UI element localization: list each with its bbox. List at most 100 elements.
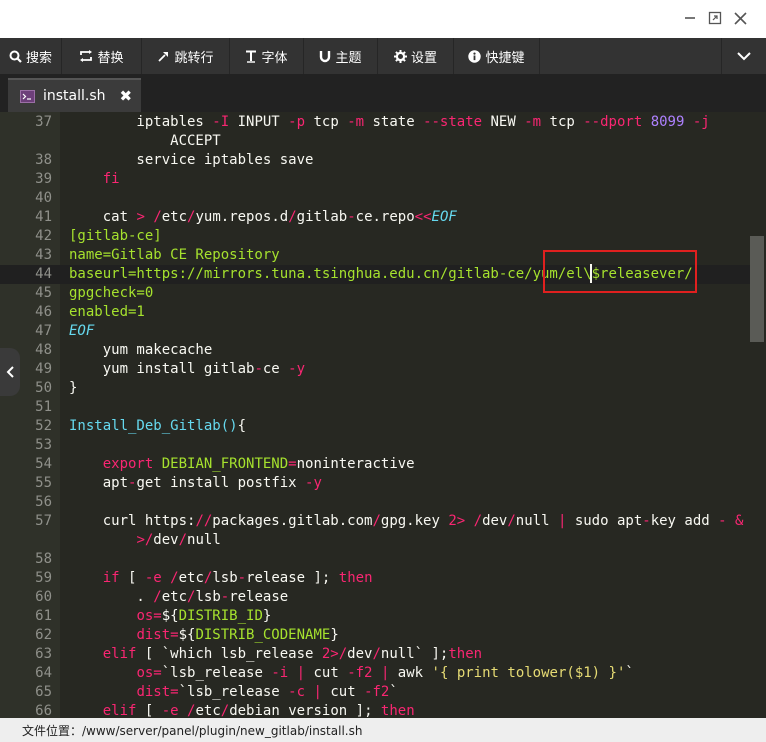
- code-token: then: [448, 646, 483, 662]
- code-token: -f2: [347, 665, 373, 681]
- replace-button[interactable]: 替换: [62, 38, 142, 74]
- code-token: `lsb_release: [178, 684, 289, 700]
- code-token: cat: [69, 209, 137, 225]
- code-token: -m: [347, 114, 365, 130]
- code-token: release ];: [246, 570, 339, 586]
- code-token: dist=: [136, 684, 179, 700]
- theme-button[interactable]: 主题: [304, 38, 378, 74]
- code-token: `lsb_release: [161, 665, 272, 681]
- vertical-scrollbar[interactable]: [750, 236, 764, 342]
- code-token: null: [187, 532, 221, 548]
- code-token: -i: [271, 665, 289, 681]
- code-token: 2>/: [321, 646, 348, 662]
- line-number: 55: [35, 475, 52, 491]
- line-number: 43: [35, 247, 52, 263]
- code-line: 56: [0, 493, 750, 512]
- toolbar-collapse-button[interactable]: [721, 38, 766, 74]
- code-line: 39 fi: [0, 170, 750, 189]
- code-token: lsb: [195, 589, 221, 605]
- line-code: apt-get install postfix -y: [69, 474, 322, 493]
- code-token: -: [347, 209, 356, 225]
- line-number: 58: [35, 551, 52, 567]
- line-number: 46: [35, 304, 52, 320]
- code-line: 60 . /etc/lsb-release: [0, 588, 750, 607]
- highlight-box: [543, 250, 697, 293]
- code-token: EOF: [431, 209, 457, 225]
- code-line: 61 os=${DISTRIB_ID}: [0, 607, 750, 626]
- tab-close-icon[interactable]: ✖: [120, 87, 133, 105]
- code-token: DEBIAN_FRONTEND: [161, 456, 289, 472]
- code-token: -: [254, 361, 263, 377]
- code-token: &: [735, 513, 744, 529]
- line-code: os=${DISTRIB_ID}: [69, 607, 271, 626]
- jump-line-label: 跳转行: [174, 50, 214, 66]
- line-number: 53: [35, 437, 52, 453]
- search-icon: [9, 50, 22, 63]
- code-token: key add: [650, 513, 719, 529]
- line-code: os=`lsb_release -i | cut -f2 | awk '{ pr…: [69, 664, 633, 683]
- code-token: ce.repo: [355, 209, 415, 225]
- line-code: }: [69, 379, 77, 398]
- chevron-left-icon: [6, 366, 14, 378]
- line-number: 57: [35, 513, 52, 529]
- font-button[interactable]: 字体: [230, 38, 304, 74]
- info-icon: [468, 49, 482, 63]
- code-token: ce: [262, 361, 289, 377]
- code-token: etc: [161, 589, 188, 605]
- line-number: 59: [35, 570, 52, 586]
- line-code: gpgcheck=0: [69, 284, 153, 303]
- code-line: 51: [0, 398, 750, 417]
- code-token: yum.repos.d: [195, 209, 289, 225]
- code-editor[interactable]: 37 iptables -I INPUT -p tcp -m state --s…: [0, 112, 766, 718]
- tab-install-sh[interactable]: install.sh ✖: [8, 78, 141, 112]
- sidebar-toggle-button[interactable]: [0, 348, 20, 396]
- settings-button[interactable]: 设置: [378, 38, 454, 74]
- close-icon[interactable]: [730, 8, 750, 28]
- code-token: /: [473, 513, 483, 529]
- minimize-icon[interactable]: [680, 8, 700, 28]
- maximize-icon[interactable]: [705, 8, 725, 28]
- jump-line-button[interactable]: 跳转行: [142, 38, 230, 74]
- code-line: 58: [0, 550, 750, 569]
- line-number: 54: [35, 456, 52, 472]
- code-token: noninteractive: [296, 456, 415, 472]
- code-token: -: [718, 513, 727, 529]
- code-token: -: [237, 570, 247, 586]
- code-token: dev: [347, 646, 373, 662]
- shortcuts-label: 快捷键: [485, 50, 525, 66]
- code-line: 49 yum install gitlab-ce -y: [0, 360, 750, 379]
- code-token: tcp: [305, 114, 348, 130]
- code-token: -m: [524, 114, 542, 130]
- code-line: 46 enabled=1: [0, 303, 750, 322]
- code-token: -: [220, 589, 230, 605]
- line-code: EOF: [69, 322, 94, 341]
- line-number: 66: [35, 703, 52, 718]
- code-token: '{ print tolower($1) }': [431, 665, 626, 681]
- theme-label: 主题: [335, 50, 362, 66]
- shortcuts-button[interactable]: 快捷键: [454, 38, 540, 74]
- code-line: 62 dist=${DISTRIB_CODENAME}: [0, 626, 750, 645]
- code-token: -y: [288, 361, 306, 377]
- line-code: if [ -e /etc/lsb-release ]; then: [69, 569, 373, 588]
- code-line: 38 service iptables save: [0, 151, 750, 170]
- line-code: Install_Deb_Gitlab(){: [69, 417, 246, 436]
- font-label: 字体: [261, 50, 288, 66]
- code-line: 57 curl https://packages.gitlab.com/gpg.…: [0, 512, 750, 531]
- code-token: .: [69, 589, 154, 605]
- line-number: 65: [35, 684, 52, 700]
- code-token: os=: [136, 665, 162, 681]
- code-token: ACCEPT: [69, 133, 221, 149]
- code-line: 66 elif [ -e /etc/debian_version ]; then: [0, 702, 750, 718]
- line-code: name=Gitlab CE Repository: [69, 246, 280, 265]
- code-token: if: [102, 570, 120, 586]
- code-token: Install_Deb_Gitlab(): [69, 418, 238, 434]
- code-line: 50}: [0, 379, 750, 398]
- search-button[interactable]: 搜索: [0, 38, 62, 74]
- code-token: EOF: [69, 323, 95, 339]
